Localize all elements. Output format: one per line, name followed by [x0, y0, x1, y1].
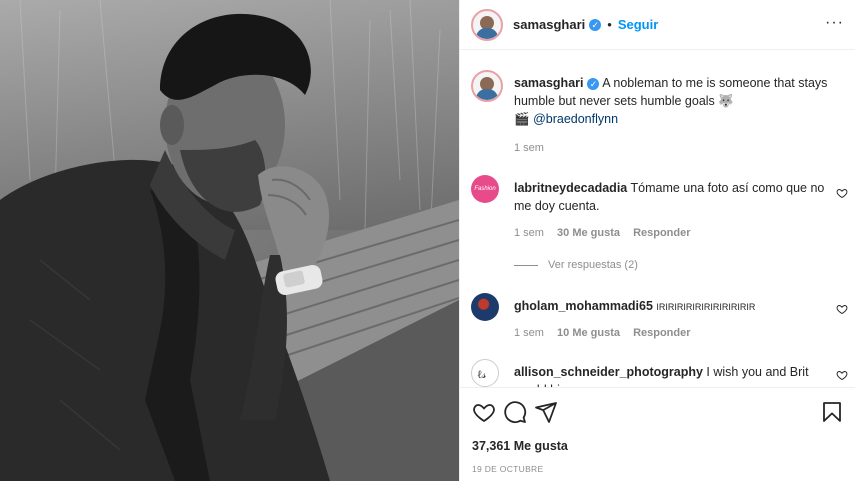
share-send-icon[interactable]	[534, 400, 558, 424]
comment-text-block: allison_schneider_photography I wish you…	[514, 363, 834, 387]
caption-avatar[interactable]	[471, 70, 503, 102]
comment-likes[interactable]: 10 Me gusta	[557, 327, 620, 339]
comment-like-heart-icon[interactable]	[836, 369, 848, 381]
like-count[interactable]: 37,361 Me gusta	[472, 439, 568, 453]
action-icons	[472, 400, 844, 424]
comment-like-heart-icon[interactable]	[836, 187, 848, 199]
view-replies-label: Ver respuestas (2)	[548, 259, 638, 271]
comment-likes[interactable]: 30 Me gusta	[557, 227, 620, 239]
commenter-username[interactable]: allison_schneider_photography	[514, 365, 703, 379]
follow-button[interactable]: Seguir	[618, 17, 658, 32]
post-date[interactable]: 19 DE OCTUBRE	[472, 464, 543, 474]
save-bookmark-icon[interactable]	[820, 400, 844, 424]
caption-time[interactable]: 1 sem	[514, 142, 544, 154]
replies-divider	[514, 264, 538, 266]
commenter-avatar[interactable]: ℓ𝓈	[471, 359, 499, 387]
caption-meta: 1 sem	[514, 142, 554, 154]
comment-time[interactable]: 1 sem	[514, 227, 544, 239]
more-options-icon[interactable]: ···	[825, 15, 844, 31]
commenter-avatar[interactable]	[471, 293, 499, 321]
post-header: samasghari ✓ • Seguir ···	[460, 0, 855, 50]
commenter-username[interactable]: gholam_mohammadi65	[514, 299, 653, 313]
view-replies-button[interactable]: Ver respuestas (2)	[514, 259, 638, 271]
post-side-panel: samasghari ✓ • Seguir ··· samasghari ✓ A …	[459, 0, 855, 481]
post-actions: 37,361 Me gusta 19 DE OCTUBRE	[460, 387, 855, 481]
caption-username[interactable]: samasghari	[514, 76, 583, 90]
commenter-avatar[interactable]: Fashion	[471, 175, 499, 203]
like-heart-icon[interactable]	[472, 400, 496, 424]
comment-meta: 1 sem 10 Me gusta Responder	[514, 327, 701, 339]
comments-list[interactable]: samasghari ✓ A nobleman to me is someone …	[460, 51, 855, 387]
commenter-username[interactable]: labritneydecadadia	[514, 181, 627, 195]
author-avatar[interactable]	[471, 8, 503, 41]
caption-text-block: samasghari ✓ A nobleman to me is someone …	[514, 74, 844, 128]
comment-like-heart-icon[interactable]	[836, 303, 848, 315]
photo-illustration	[0, 0, 459, 481]
comment-time[interactable]: 1 sem	[514, 327, 544, 339]
separator-dot: •	[607, 17, 612, 32]
comment-text-block: gholam_mohammadi65 IRIRIRIRIRIRIRIRIRIRI…	[514, 297, 834, 316]
comment-bubble-icon[interactable]	[503, 400, 527, 424]
reply-button[interactable]: Responder	[633, 327, 690, 339]
post-photo[interactable]	[0, 0, 459, 481]
comment-text: IRIRIRIRIRIRIRIRIRIRIR	[656, 302, 756, 312]
verified-badge-icon: ✓	[589, 18, 602, 31]
clapper-emoji: 🎬	[514, 112, 530, 126]
reply-button[interactable]: Responder	[633, 227, 690, 239]
comment-text-block: labritneydecadadia Tómame una foto así c…	[514, 179, 834, 215]
credit-mention-link[interactable]: @braedonflynn	[533, 112, 618, 126]
author-username[interactable]: samasghari	[513, 17, 585, 32]
verified-badge-icon: ✓	[587, 77, 600, 90]
comment-meta: 1 sem 30 Me gusta Responder	[514, 227, 701, 239]
